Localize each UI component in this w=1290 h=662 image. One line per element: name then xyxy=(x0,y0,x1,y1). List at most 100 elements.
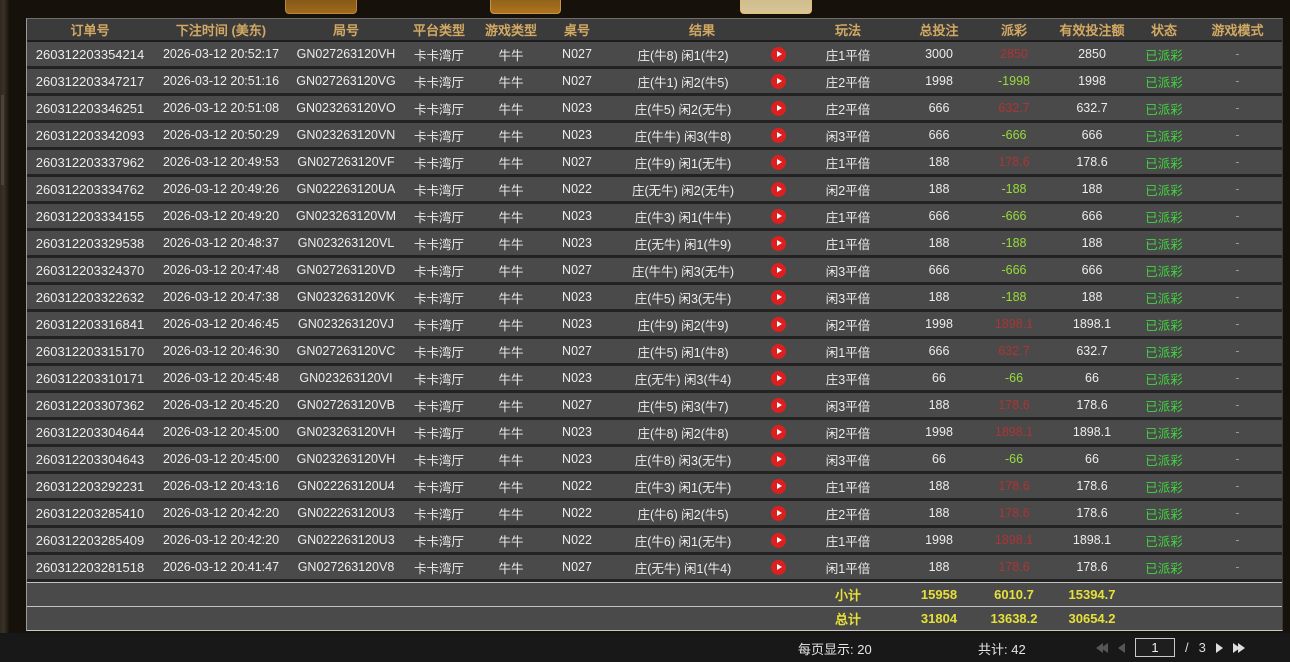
cell: -188 xyxy=(979,236,1049,250)
cell: 庄3平倍 xyxy=(797,369,899,388)
cell: 1898.1 xyxy=(979,425,1049,439)
play-video-icon[interactable] xyxy=(771,74,786,89)
cell: GN023263120VK xyxy=(289,290,403,304)
cell: 666 xyxy=(1049,128,1135,142)
total-count-label: 共计: 42 xyxy=(978,639,1026,658)
top-tab-partial-2[interactable] xyxy=(490,0,561,14)
cell: GN023263120VJ xyxy=(289,317,403,331)
cell: 牛牛 xyxy=(475,234,547,253)
cell: 1898.1 xyxy=(1049,317,1135,331)
cell: 2026-03-12 20:51:08 xyxy=(153,101,289,115)
cell: 260312203342093 xyxy=(27,128,153,143)
cell: 卡卡湾厅 xyxy=(403,342,475,361)
play-video-icon[interactable] xyxy=(771,182,786,197)
play-video-icon[interactable] xyxy=(771,101,786,116)
cell: 庄2平倍 xyxy=(797,99,899,118)
subtotal-row: 小计 15958 6010.7 15394.7 xyxy=(27,582,1282,606)
page-number-input[interactable] xyxy=(1135,638,1175,657)
next-page-icon[interactable] xyxy=(1216,643,1223,653)
cell: N022 xyxy=(547,479,607,493)
cell: 188 xyxy=(899,398,979,412)
cell: -666 xyxy=(979,128,1049,142)
play-video-icon[interactable] xyxy=(771,263,786,278)
cell: 2026-03-12 20:42:20 xyxy=(153,506,289,520)
cell: 260312203316841 xyxy=(27,317,153,332)
prev-page-icon[interactable] xyxy=(1118,643,1125,653)
cell: 260312203304644 xyxy=(27,425,153,440)
cell: 庄(牛5) 闲3(牛7) xyxy=(607,396,759,415)
cell: - xyxy=(1193,47,1282,61)
cell: 牛牛 xyxy=(475,261,547,280)
play-video-icon[interactable] xyxy=(771,533,786,548)
last-page-icon[interactable] xyxy=(1233,643,1245,653)
cell: 庄(牛5) 闲3(无牛) xyxy=(607,288,759,307)
play-video-icon[interactable] xyxy=(771,47,786,62)
play-video-icon[interactable] xyxy=(771,506,786,521)
cell: 188 xyxy=(899,479,979,493)
cell: 庄(无牛) 闲1(牛9) xyxy=(607,234,759,253)
play-video-icon[interactable] xyxy=(771,425,786,440)
cell: N027 xyxy=(547,263,607,277)
cell: N023 xyxy=(547,128,607,142)
cell: - xyxy=(1193,317,1282,331)
play-video-icon[interactable] xyxy=(771,236,786,251)
cell: GN023263120VL xyxy=(289,236,403,250)
table-row: 2603122033151702026-03-12 20:46:30GN0272… xyxy=(27,339,1282,363)
play-video-icon[interactable] xyxy=(771,155,786,170)
table-row: 2603122033046442026-03-12 20:45:00GN0232… xyxy=(27,420,1282,444)
top-tab-partial-1[interactable] xyxy=(285,0,357,14)
play-video-icon[interactable] xyxy=(771,209,786,224)
cell: 已派彩 xyxy=(1135,423,1193,442)
cell: 卡卡湾厅 xyxy=(403,207,475,226)
column-header: 游戏类型 xyxy=(475,20,547,39)
table-row: 2603122033168412026-03-12 20:46:45GN0232… xyxy=(27,312,1282,336)
cell: 已派彩 xyxy=(1135,477,1193,496)
table-row: 2603122032922312026-03-12 20:43:16GN0222… xyxy=(27,474,1282,498)
cell: 1898.1 xyxy=(1049,425,1135,439)
play-video-icon[interactable] xyxy=(771,452,786,467)
cell: - xyxy=(1193,128,1282,142)
play-video-icon[interactable] xyxy=(771,128,786,143)
cell: 178.6 xyxy=(979,479,1049,493)
play-video-icon[interactable] xyxy=(771,344,786,359)
column-header: 有效投注额 xyxy=(1049,20,1135,39)
cell: - xyxy=(1193,236,1282,250)
cell: 庄1平倍 xyxy=(797,477,899,496)
cell: 卡卡湾厅 xyxy=(403,531,475,550)
cell: 庄(牛3) 闲1(无牛) xyxy=(607,477,759,496)
cell: 卡卡湾厅 xyxy=(403,396,475,415)
column-header: 结果 xyxy=(607,20,797,39)
cell: GN022263120U3 xyxy=(289,506,403,520)
play-video-icon[interactable] xyxy=(771,560,786,575)
cell: 2850 xyxy=(979,47,1049,61)
table-body: 2603122033542142026-03-12 20:52:17GN0272… xyxy=(27,42,1282,579)
cell: N027 xyxy=(547,344,607,358)
cell: 188 xyxy=(899,236,979,250)
cell: 2026-03-12 20:52:17 xyxy=(153,47,289,61)
table-row: 2603122033101712026-03-12 20:45:48GN0232… xyxy=(27,366,1282,390)
play-video-icon[interactable] xyxy=(771,479,786,494)
play-video-icon[interactable] xyxy=(771,290,786,305)
column-header: 派彩 xyxy=(979,20,1049,39)
first-page-icon[interactable] xyxy=(1096,643,1108,653)
cell: 闲3平倍 xyxy=(797,450,899,469)
table-row: 2603122033226322026-03-12 20:47:38GN0232… xyxy=(27,285,1282,309)
play-video-icon[interactable] xyxy=(771,371,786,386)
table-row: 2603122033420932026-03-12 20:50:29GN0232… xyxy=(27,123,1282,147)
subtotal-label: 小计 xyxy=(797,585,899,604)
cell: 闲3平倍 xyxy=(797,396,899,415)
cell: 闲2平倍 xyxy=(797,423,899,442)
play-video-icon[interactable] xyxy=(771,317,786,332)
cell: 66 xyxy=(899,452,979,466)
cell: 卡卡湾厅 xyxy=(403,45,475,64)
column-header: 订单号 xyxy=(27,20,153,39)
cell: 2026-03-12 20:47:48 xyxy=(153,263,289,277)
cell: 闲2平倍 xyxy=(797,315,899,334)
cell: 牛牛 xyxy=(475,99,547,118)
top-tab-partial-3[interactable] xyxy=(740,0,812,14)
cell: 牛牛 xyxy=(475,369,547,388)
cell: 庄(牛6) 闲1(无牛) xyxy=(607,531,759,550)
cell: 178.6 xyxy=(979,560,1049,574)
play-video-icon[interactable] xyxy=(771,398,786,413)
cell: -188 xyxy=(979,290,1049,304)
